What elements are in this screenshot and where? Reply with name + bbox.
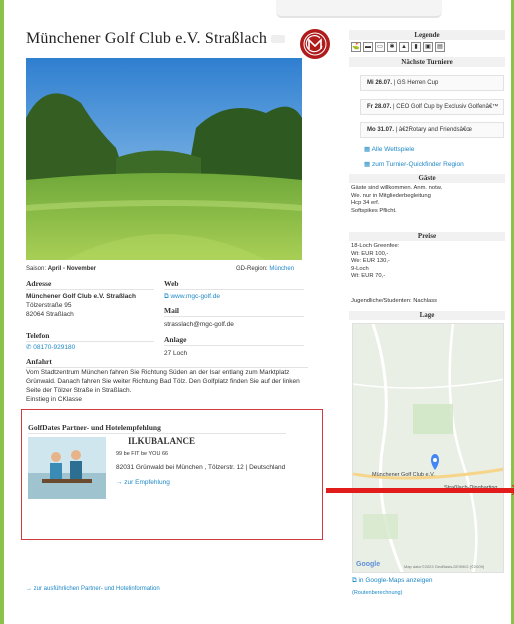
guests-line: We. nur in Mitgliederbegleitung bbox=[351, 192, 431, 199]
pro-shop-icon: ✱ bbox=[387, 42, 397, 52]
map-copyright: Map data ©2023 GeoBasis-DE/BKG (©2009) bbox=[404, 564, 485, 569]
mail-value[interactable]: strasslach@mgc-golf.de bbox=[164, 320, 234, 329]
clubhouse-icon: ▲ bbox=[399, 42, 409, 52]
tournament-name: | GS Herren Cup bbox=[393, 80, 439, 86]
address-heading: Adresse bbox=[26, 279, 154, 290]
partner-info-link[interactable]: → zur ausführlichen Partner- und Hotelin… bbox=[26, 586, 160, 592]
guests-line: Gäste sind willkommen. Anm. notw. bbox=[351, 185, 443, 191]
address-name: Münchener Golf Club e.V. Straßlach bbox=[26, 293, 136, 300]
partner-image[interactable] bbox=[28, 437, 106, 499]
price-line: 9-Loch bbox=[351, 265, 369, 272]
tournament-name: | â€žRotary and Friendsâ€œ bbox=[395, 127, 472, 133]
address-street: Tölzerstraße 95 bbox=[26, 302, 72, 309]
partner-address: 82031 Grünwald bei München , Tölzerstr. … bbox=[116, 464, 286, 471]
guests-line: Softspikes Pflicht. bbox=[351, 207, 397, 214]
directions-block: Vom Stadtzentrum München fahren Sie Rich… bbox=[26, 368, 308, 404]
tournaments-heading: Nächste Turniere bbox=[349, 57, 505, 67]
tournament-item[interactable]: Fr 28.07. | CEO Golf Cup by Exclusiv Gol… bbox=[360, 99, 504, 115]
directions-text: Vom Stadtzentrum München fahren Sie Rich… bbox=[26, 369, 300, 394]
address-city: 82064 Straßlach bbox=[26, 311, 74, 318]
club-title: Münchener Golf Club e.V. Straßlach bbox=[26, 30, 268, 47]
club-logo bbox=[300, 29, 330, 59]
page-title: Münchener Golf Club e.V. Straßlach bbox=[26, 30, 286, 48]
partner-details: ILKUBALANCE 99 be FIT be YOU 66 82031 Gr… bbox=[116, 436, 285, 487]
tournament-date: 26.07. bbox=[375, 80, 393, 86]
mail-heading: Mail bbox=[164, 306, 304, 317]
phone-heading: Telefon bbox=[26, 331, 154, 342]
tournament-item[interactable]: Mo 31.07. | â€žRotary and Friendsâ€œ bbox=[360, 122, 504, 138]
google-maps-label: in Google-Maps anzeigen bbox=[358, 577, 433, 584]
tournament-item[interactable]: Mi 26.07. | GS Herren Cup bbox=[360, 75, 504, 91]
partner-recommendation-link[interactable]: → zur Empfehlung bbox=[116, 478, 285, 487]
prices-info: 18-Loch Greenfee: Wt: EUR 100,- We: EUR … bbox=[351, 243, 399, 281]
google-maps-link[interactable]: ⧉ in Google-Maps anzeigen bbox=[352, 577, 433, 585]
tournament-name: | CEO Golf Cup by Exclusiv Golfenâ€™ bbox=[393, 104, 499, 110]
top-search-bar[interactable] bbox=[276, 0, 442, 18]
phone-link[interactable]: ✆ 08170-929180 bbox=[26, 343, 75, 352]
tournament-day: Fr bbox=[367, 104, 373, 110]
map-marker-label: Münchener Golf Club e.V. bbox=[372, 472, 435, 478]
web-heading: Web bbox=[164, 279, 304, 290]
price-line: We: EUR 130,- bbox=[351, 258, 390, 264]
golf-course-photo bbox=[26, 58, 302, 260]
route-link[interactable]: (Routenberechnung) bbox=[352, 589, 402, 598]
web-link[interactable]: ⧉ www.mgc-golf.de bbox=[164, 292, 220, 301]
guests-heading: Gäste bbox=[349, 174, 505, 183]
entrance-text: Einstieg in CKlasse bbox=[26, 396, 82, 403]
price-line: Wt: EUR 70,- bbox=[351, 273, 386, 279]
google-logo: Google bbox=[356, 561, 381, 568]
price-line: 18-Loch Greenfee: bbox=[351, 243, 400, 249]
quickfinder-label: zum Turnier-Quickfinder Region bbox=[371, 161, 464, 168]
page: Münchener Golf Club e.V. Straßlach Saiso… bbox=[0, 0, 514, 624]
directions-heading: Anfahrt bbox=[26, 357, 308, 368]
guests-info: Gäste sind willkommen. Anm. notw. We. nu… bbox=[351, 185, 442, 215]
facility-heading: Anlage bbox=[164, 335, 304, 346]
season-label: Saison: bbox=[26, 266, 47, 272]
region-info: GD-Region: München bbox=[236, 266, 294, 272]
partner-tagline: 99 be FIT be YOU 66 bbox=[116, 451, 169, 457]
region-label: GD-Region: bbox=[236, 266, 268, 272]
region-link[interactable]: München bbox=[269, 266, 294, 272]
golf-flag-icon: ⛳ bbox=[351, 42, 361, 52]
phone-icon: ✆ bbox=[26, 344, 32, 351]
hotel-icon: ▣ bbox=[423, 42, 433, 52]
prices-heading: Preise bbox=[349, 232, 505, 241]
season-info: Saison: April - November bbox=[26, 266, 96, 272]
external-link-icon: ⧉ bbox=[352, 577, 357, 584]
tournament-day: Mi bbox=[367, 80, 374, 86]
tournament-day: Mo bbox=[367, 127, 376, 133]
facility-value: 27 Loch bbox=[164, 349, 284, 358]
restaurant-icon: ▮ bbox=[411, 42, 421, 52]
quickfinder-link[interactable]: ▦ zum Turnier-Quickfinder Region bbox=[364, 160, 464, 168]
location-heading: Lage bbox=[349, 311, 505, 320]
calendar-icon: ▦ bbox=[364, 161, 371, 168]
partner-name: ILKUBALANCE bbox=[128, 436, 196, 446]
price-line: Wt: EUR 100,- bbox=[351, 250, 389, 257]
address-block: Münchener Golf Club e.V. Straßlach Tölze… bbox=[26, 292, 136, 319]
tournament-date: 31.07. bbox=[377, 127, 395, 133]
all-games-label: Alle Wettspiele bbox=[371, 146, 415, 153]
web-value: www.mgc-golf.de bbox=[170, 293, 220, 300]
guests-line: Hcp 34 erf. bbox=[351, 200, 380, 206]
youth-discount: Jugendliche/Studenten: Nachlass bbox=[351, 298, 438, 304]
highlight-arrow bbox=[326, 485, 514, 495]
calendar-icon: ▦ bbox=[364, 146, 371, 153]
phone-value: 08170-929180 bbox=[33, 344, 76, 351]
all-games-link[interactable]: ▦ Alle Wettspiele bbox=[364, 145, 414, 153]
legend-icons: ⛳ ▬ ▭ ✱ ▲ ▮ ▣ ▤ bbox=[351, 42, 445, 52]
putting-green-icon: ▭ bbox=[375, 42, 385, 52]
location-map[interactable] bbox=[352, 323, 504, 573]
driving-range-icon: ▬ bbox=[363, 42, 373, 52]
legend-heading: Legende bbox=[349, 30, 505, 40]
season-value: April - November bbox=[47, 266, 97, 272]
cart-icon: ▤ bbox=[435, 42, 445, 52]
partner-heading: GolfDates Partner- und Hotelempfehlung bbox=[28, 423, 286, 434]
tournament-date: 28.07. bbox=[374, 104, 392, 110]
external-link-icon: ⧉ bbox=[164, 293, 169, 300]
title-badge bbox=[271, 35, 286, 44]
